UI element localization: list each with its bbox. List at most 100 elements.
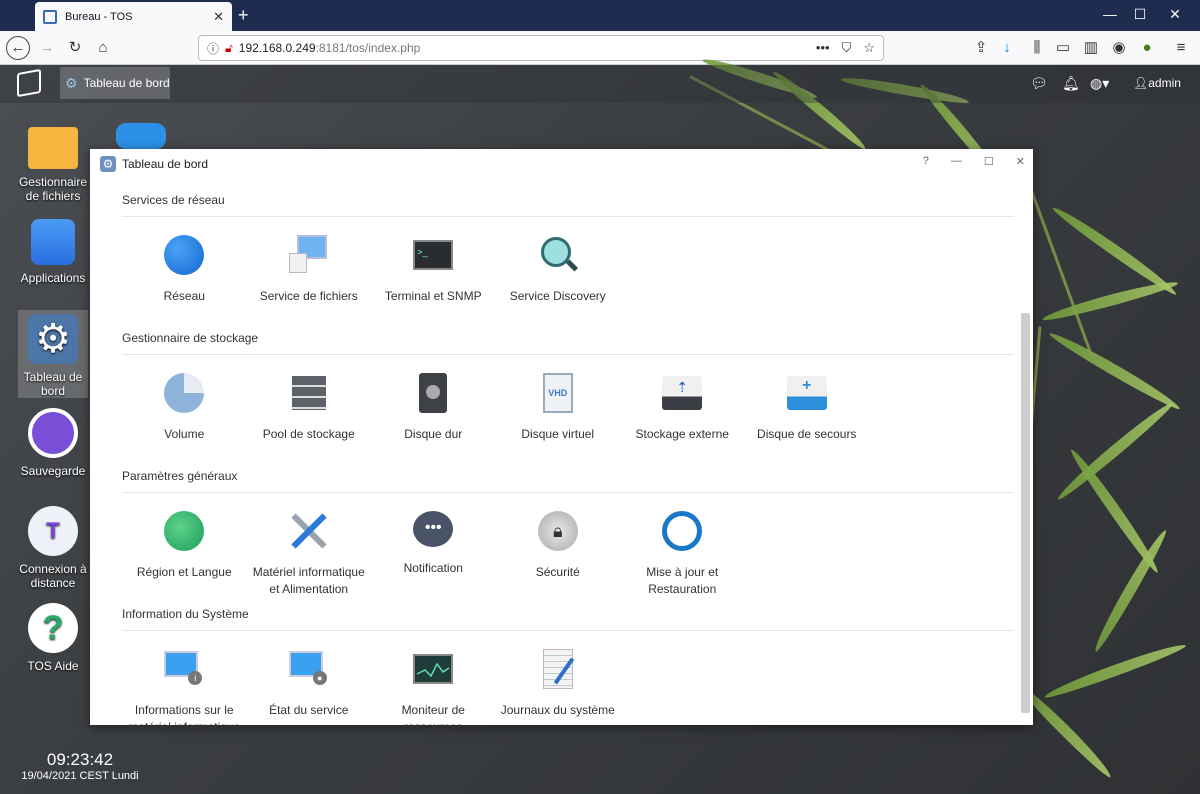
item-volume[interactable]: Volume (122, 373, 247, 461)
bookmark-star-icon[interactable]: ☆ (863, 40, 875, 56)
tos-start-icon[interactable] (17, 68, 41, 98)
forward-icon[interactable]: → (36, 37, 58, 59)
item-security[interactable]: 🔒︎ Sécurité (496, 511, 621, 599)
item-label: Service de fichiers (259, 289, 358, 303)
new-tab-button[interactable]: + (238, 6, 249, 24)
item-system-logs[interactable]: Journaux du système (496, 649, 621, 737)
tab-title: Bureau - TOS (65, 10, 133, 23)
window-titlebar[interactable]: ⚙ Tableau de bord (90, 149, 1033, 179)
window-maximize-button[interactable]: ☐ (984, 155, 994, 168)
bell-icon[interactable]: 🔔︎ (1062, 75, 1080, 92)
desktop-icon-applications[interactable]: Applications (18, 219, 88, 285)
url-bar[interactable]: ⓘ 🔓︎ 192.168.0.249:8181/tos/index.php ••… (198, 35, 884, 61)
maximize-button[interactable]: ☐ (1125, 6, 1155, 23)
item-label: Sécurité (535, 565, 580, 579)
chat-bubble-icon: ••• (413, 511, 454, 547)
spare-disk-icon: + (786, 376, 827, 410)
desktop-clock: 09:23:42 19/04/2021 CEST Lundi (20, 750, 140, 782)
item-network[interactable]: Réseau (122, 235, 247, 323)
extension-icon[interactable]: ▥ (1080, 37, 1102, 59)
globe-icon[interactable]: ◍▾ (1090, 75, 1109, 92)
tab-favicon-icon (43, 9, 57, 24)
desktop-icon-label: Sauvegarde (20, 464, 86, 478)
lock-icon: 🔒︎ (537, 511, 578, 551)
desktop-icon-backup[interactable]: Sauvegarde (18, 408, 88, 478)
back-icon[interactable]: ← (6, 36, 30, 60)
desktop-icon-dashboard[interactable]: ⚙ Tableau de bord (18, 310, 88, 398)
item-external-storage[interactable]: ⇡ Stockage externe (620, 373, 745, 461)
monitor-info-icon: i (164, 649, 204, 689)
desktop-icon-label: Gestionnaire de fichiers (18, 175, 88, 203)
item-hardware-info[interactable]: i Informations sur le matériel informati… (122, 649, 247, 737)
downloads-icon[interactable]: ↓ (996, 37, 1018, 59)
help-button[interactable]: ? (923, 155, 929, 168)
window-scrollbar[interactable] (1020, 181, 1030, 719)
item-label: Région et Langue (136, 565, 232, 579)
item-hardware-power[interactable]: Matériel informatique et Alimentation (247, 511, 372, 599)
terminal-icon: >_ (413, 240, 454, 270)
desktop-icon-label: TOS Aide (27, 659, 79, 673)
browser-tab[interactable]: Bureau - TOS ✕ (35, 2, 232, 31)
update-clock-icon (662, 511, 703, 551)
avatar-extension-icon[interactable]: ◉ (1108, 37, 1130, 59)
log-document-icon (542, 649, 574, 689)
item-resource-monitor[interactable]: Moniteur de ressources (371, 649, 496, 737)
close-button[interactable]: ✕ (1160, 6, 1190, 23)
file-service-icon (288, 235, 329, 275)
rosemary-leaf (1040, 277, 1180, 324)
item-spare-disk[interactable]: + Disque de secours (745, 373, 870, 461)
tab-close-icon[interactable]: ✕ (213, 9, 224, 25)
user-menu[interactable]: 👤︎admin (1133, 76, 1181, 90)
section-title: Services de réseau (122, 193, 1014, 217)
scrollbar-thumb[interactable] (1021, 313, 1030, 713)
desktop-icon-help[interactable]: ? TOS Aide (18, 603, 88, 673)
rosemary-leaf (1090, 527, 1170, 654)
gear-icon: ⚙ (28, 314, 78, 364)
window-minimize-button[interactable]: — (951, 155, 962, 168)
window-controls: ? — ☐ ✕ (923, 155, 1025, 168)
item-label: Disque de secours (757, 427, 857, 441)
section-title: Paramètres généraux (122, 469, 1014, 493)
item-label: Stockage externe (635, 427, 729, 441)
usb-drive-icon: ⇡ (662, 376, 703, 410)
globe-extension-icon[interactable]: ● (1136, 37, 1158, 59)
more-actions-icon[interactable]: ••• (816, 40, 830, 56)
item-label: Moniteur de ressources (401, 703, 465, 734)
item-file-service[interactable]: Service de fichiers (247, 235, 372, 323)
home-icon[interactable]: ⌂ (92, 37, 114, 59)
desktop-icon-label: Connexion à distance (19, 562, 87, 590)
pie-volume-icon (164, 373, 205, 413)
screenshot-icon[interactable]: ⇪ (970, 37, 992, 59)
globe-icon (164, 235, 205, 275)
item-terminal[interactable]: >_ Terminal et SNMP (371, 235, 496, 323)
item-storage-pool[interactable]: Pool de stockage (247, 373, 372, 461)
sidebar-icon[interactable]: ▭ (1052, 37, 1074, 59)
item-service-discovery[interactable]: Service Discovery (496, 235, 621, 323)
insecure-lock-icon[interactable]: 🔓︎ (225, 41, 233, 56)
reload-icon[interactable]: ↻ (64, 37, 86, 59)
minimize-button[interactable]: — (1095, 6, 1125, 22)
item-hard-disk[interactable]: Disque dur (371, 373, 496, 461)
menu-icon[interactable]: ≡ (1170, 37, 1192, 59)
item-label: Terminal et SNMP (384, 289, 482, 303)
folder-icon (28, 127, 78, 169)
chat-icon[interactable]: 💬︎ (1030, 75, 1048, 92)
item-notification[interactable]: ••• Notification (371, 511, 496, 599)
library-icon[interactable]: ⫼ (1026, 37, 1048, 59)
item-service-status[interactable]: ● État du service (247, 649, 372, 737)
pocket-icon[interactable]: ⛉ (842, 40, 852, 56)
window-close-button[interactable]: ✕ (1016, 155, 1025, 168)
taskbar-item-dashboard[interactable]: ⚙ Tableau de bord (60, 67, 170, 99)
desktop-icon-file-manager[interactable]: Gestionnaire de fichiers (18, 123, 88, 203)
item-virtual-disk[interactable]: VHD Disque virtuel (496, 373, 621, 461)
monitor-user-icon: ● (288, 649, 329, 689)
item-region-language[interactable]: Région et Langue (122, 511, 247, 599)
section-title: Information du Système (122, 607, 1014, 631)
item-update-restore[interactable]: Mise à jour et Restauration (620, 511, 745, 599)
user-name: admin (1148, 76, 1181, 90)
info-icon[interactable]: ⓘ (207, 40, 219, 57)
item-label: Disque dur (404, 427, 463, 441)
desktop-icon-remote[interactable]: T Connexion à distance (18, 506, 88, 590)
rosemary-leaf (1047, 328, 1183, 413)
desktop-icon-label: Tableau de bord (23, 370, 83, 398)
